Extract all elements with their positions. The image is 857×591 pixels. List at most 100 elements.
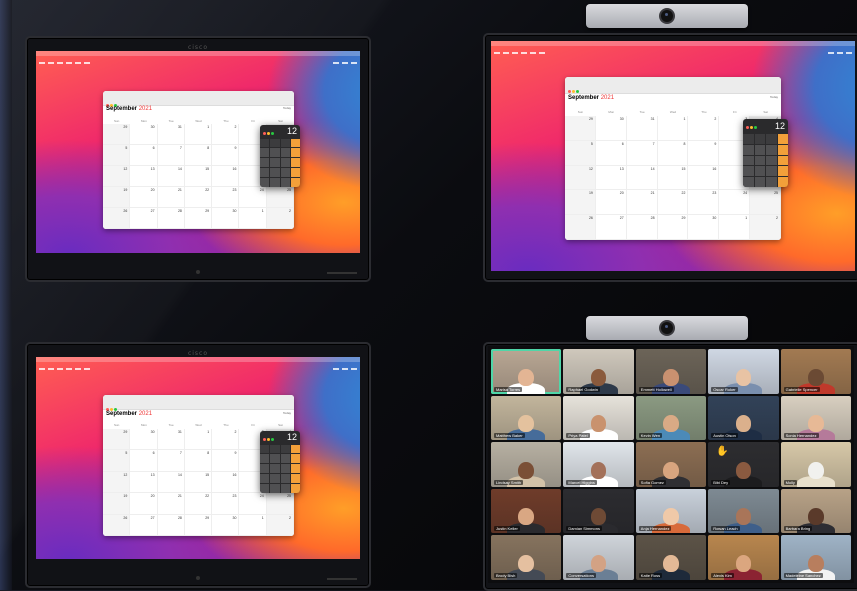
calendar-day-cell[interactable]: 21 <box>626 190 658 216</box>
calendar-day-cell[interactable]: 30 <box>130 428 158 451</box>
calculator-key[interactable] <box>260 464 270 474</box>
calculator-key[interactable] <box>260 158 270 168</box>
calendar-day-cell[interactable]: 1 <box>719 215 751 240</box>
calculator-key[interactable] <box>766 155 777 166</box>
calendar-day-cell[interactable]: 19 <box>103 187 131 209</box>
participant-tile[interactable]: Marcel Higgins <box>563 442 634 487</box>
today-button[interactable]: Today <box>283 106 291 110</box>
today-button[interactable]: Today <box>283 411 291 415</box>
calendar-day-cell[interactable]: 30 <box>688 215 720 240</box>
participant-tile[interactable]: Raphael Godwin <box>563 349 634 394</box>
calculator-key[interactable] <box>260 454 270 464</box>
calculator-key[interactable] <box>290 148 300 158</box>
participant-tile[interactable]: Matthew Baker <box>491 395 562 441</box>
participant-tile[interactable]: Conversations <box>563 535 634 580</box>
calculator-key[interactable] <box>260 168 270 178</box>
participant-tile[interactable]: Justin Keller <box>491 488 562 534</box>
calculator-keypad[interactable] <box>260 444 300 493</box>
calculator-key[interactable] <box>743 144 754 155</box>
calendar-day-cell[interactable]: 29 <box>184 208 213 229</box>
calendar-day-cell[interactable]: 12 <box>103 166 131 188</box>
calendar-day-cell[interactable]: 19 <box>103 493 131 515</box>
calendar-day-cell[interactable]: 6 <box>130 145 158 167</box>
desktop-screen[interactable]: September 2021 Today Sun Mon Tue Wed Thu Fri S… <box>491 41 855 271</box>
calculator-key[interactable] <box>766 166 777 177</box>
calculator-key[interactable] <box>743 166 754 177</box>
calendar-day-cell[interactable]: 21 <box>157 187 185 209</box>
participant-tile[interactable]: Oscar Roker <box>708 349 779 394</box>
calendar-day-cell[interactable]: 31 <box>626 116 658 141</box>
calendar-day-cell[interactable]: 31 <box>157 428 185 451</box>
participant-tile[interactable]: Rowan Leach <box>708 488 779 534</box>
calculator-key[interactable] <box>290 158 300 168</box>
calendar-day-cell[interactable]: 23 <box>212 187 240 209</box>
calendar-day-cell[interactable]: 1 <box>239 208 267 229</box>
calendar-day-cell[interactable]: 30 <box>595 116 627 141</box>
calendar-day-cell[interactable]: 8 <box>184 145 213 167</box>
calendar-day-cell[interactable]: 30 <box>130 124 158 146</box>
calendar-day-cell[interactable]: 15 <box>184 166 213 188</box>
calculator-key[interactable] <box>743 155 754 166</box>
calendar-day-cell[interactable]: 25 <box>266 493 294 515</box>
calculator-key[interactable] <box>280 148 290 158</box>
calculator-key[interactable] <box>280 464 290 474</box>
menu-bar[interactable] <box>36 357 360 370</box>
calculator-window[interactable]: 12 <box>260 431 300 493</box>
calendar-day-cell[interactable]: 6 <box>595 140 627 166</box>
participant-tile[interactable]: Emmett Hollowell <box>635 349 707 394</box>
calculator-key[interactable] <box>270 464 280 474</box>
calculator-key[interactable] <box>270 168 280 178</box>
calendar-day-cell[interactable]: 28 <box>157 514 185 536</box>
desktop-screen[interactable]: September 2021 Today Sun Mon Tue Wed Thu Fri S… <box>36 51 360 253</box>
calendar-day-cell[interactable]: 24 <box>239 187 267 209</box>
calendar-day-cell[interactable]: 2 <box>212 124 240 146</box>
calculator-key[interactable] <box>280 168 290 178</box>
calculator-window[interactable]: 12 <box>743 119 788 187</box>
calculator-key[interactable] <box>777 177 788 187</box>
participant-tile[interactable]: Anja Hernandez <box>635 488 707 534</box>
calculator-key[interactable] <box>290 138 300 148</box>
calendar-day-cell[interactable]: 14 <box>157 471 185 494</box>
calendar-day-cell[interactable]: 2 <box>266 208 294 229</box>
calendar-day-cell[interactable]: 12 <box>565 165 596 191</box>
participant-tile[interactable]: Lindsay Smith <box>491 442 562 487</box>
calculator-key[interactable] <box>260 148 270 158</box>
calendar-day-cell[interactable]: 6 <box>130 450 158 472</box>
participant-tile[interactable]: Alexis Kim <box>708 535 779 580</box>
calculator-key[interactable] <box>280 484 290 493</box>
calculator-key[interactable] <box>743 133 754 144</box>
calendar-day-cell[interactable]: 7 <box>157 145 185 167</box>
calendar-day-cell[interactable]: 16 <box>212 471 240 494</box>
participant-tile[interactable]: Damian Simmons <box>563 488 634 534</box>
participant-tile[interactable]: Brody Bish <box>491 535 562 580</box>
calendar-day-cell[interactable]: 27 <box>130 208 158 229</box>
calculator-key[interactable] <box>280 138 290 148</box>
calculator-key[interactable] <box>754 155 765 166</box>
calendar-day-cell[interactable]: 31 <box>157 124 185 146</box>
calculator-key[interactable] <box>754 133 765 144</box>
calculator-key[interactable] <box>766 177 777 187</box>
calculator-key[interactable] <box>260 138 270 148</box>
calculator-key[interactable] <box>777 166 788 177</box>
participant-tile[interactable]: ✋ Bibi Dey <box>708 442 779 487</box>
calculator-key[interactable] <box>260 484 270 493</box>
calendar-day-cell[interactable]: 26 <box>565 215 596 240</box>
participant-tile[interactable]: Sonia Hernandez <box>780 395 851 441</box>
calendar-day-cell[interactable]: 2 <box>688 116 720 141</box>
calendar-day-cell[interactable]: 16 <box>688 165 720 191</box>
calendar-day-cell[interactable]: 2 <box>750 215 781 240</box>
calculator-key[interactable] <box>260 444 270 454</box>
calculator-key[interactable] <box>743 177 754 187</box>
calculator-key[interactable] <box>290 474 300 484</box>
calculator-key[interactable] <box>290 444 300 454</box>
calculator-key[interactable] <box>290 178 300 187</box>
today-button[interactable]: Today <box>770 95 778 99</box>
calendar-day-cell[interactable]: 29 <box>103 124 131 146</box>
calculator-key[interactable] <box>777 144 788 155</box>
calendar-day-cell[interactable]: 21 <box>157 493 185 515</box>
calendar-day-cell[interactable]: 5 <box>103 145 131 167</box>
menu-bar[interactable] <box>36 51 360 64</box>
participant-tile[interactable]: Marisa Torres <box>491 349 562 394</box>
calendar-day-cell[interactable]: 5 <box>103 450 131 472</box>
calculator-key[interactable] <box>777 155 788 166</box>
